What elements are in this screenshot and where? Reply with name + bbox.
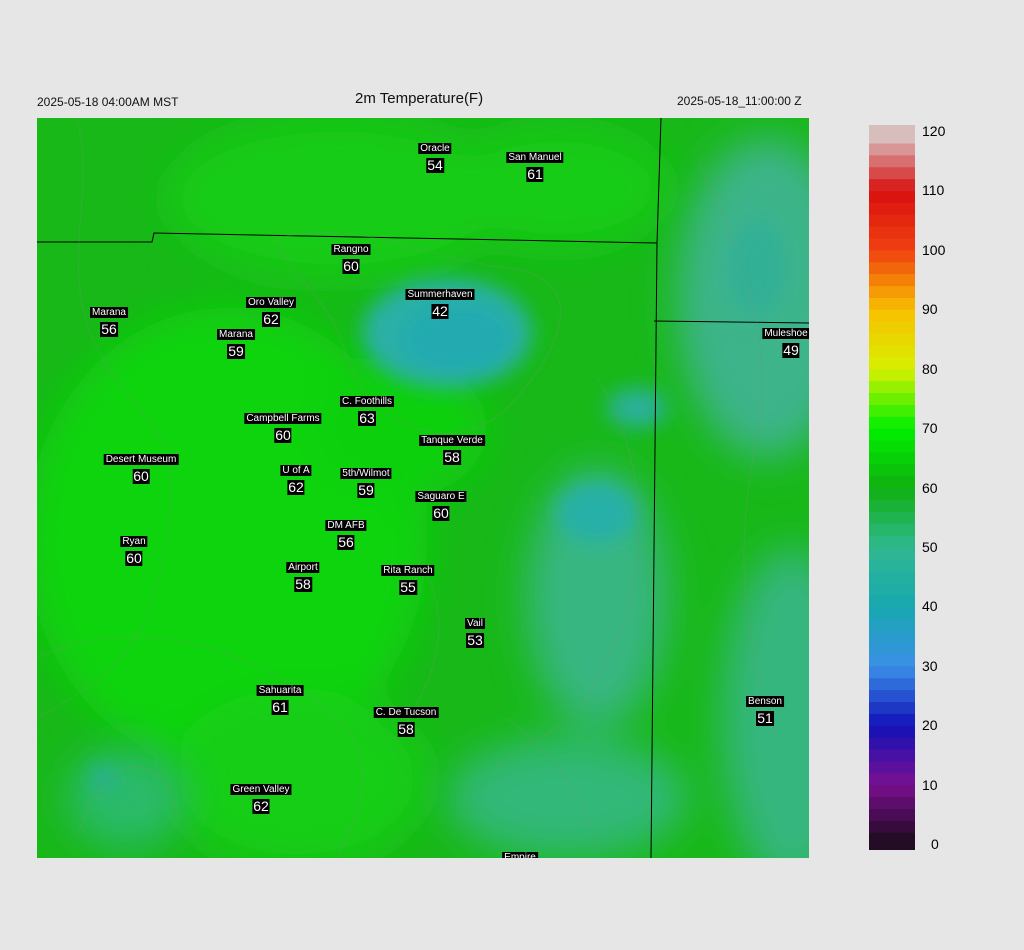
valid-time-local: 2025-05-18 04:00AM MST [37, 95, 179, 109]
colorbar-band [869, 166, 915, 180]
colorbar-labels: 120 110 100 90 80 70 60 50 40 30 20 10 0 [922, 123, 982, 852]
colorbar-band [869, 368, 915, 382]
colorbar-tick-label: 40 [922, 598, 938, 615]
colorbar-band [869, 463, 915, 477]
colorbar-band [869, 677, 915, 691]
colorbar-band [869, 570, 915, 584]
colorbar-band [869, 689, 915, 702]
colorbar-band [869, 665, 915, 679]
colorbar-band [869, 535, 915, 548]
colorbar-band [869, 606, 915, 619]
colorbar-band [869, 582, 915, 596]
temperature-field [37, 118, 809, 858]
colorbar-band [869, 125, 915, 144]
colorbar-tick-label: 90 [922, 301, 938, 318]
colorbar-band [869, 439, 915, 453]
colorbar-band [869, 344, 915, 358]
colorbar-band [869, 630, 915, 643]
colorbar-band [869, 523, 915, 536]
colorbar-band [869, 808, 915, 821]
colorbar-band [869, 214, 915, 227]
colorbar-band [869, 511, 915, 524]
colorbar-band [869, 285, 915, 298]
colorbar-band [869, 321, 915, 334]
colorbar-band [869, 784, 915, 798]
colorbar-band [869, 237, 915, 251]
map-title: 2m Temperature(F) [355, 90, 484, 107]
colorbar-band [869, 796, 915, 809]
colorbar-band [869, 273, 915, 287]
colorbar-band [869, 202, 915, 215]
colorbar-band [869, 380, 915, 394]
colorbar-tick-label: 100 [922, 241, 946, 258]
colorbar-band [869, 451, 915, 465]
colorbar-tick-label: 30 [922, 657, 938, 674]
colorbar-band [869, 154, 915, 168]
colorbar-band [869, 701, 915, 714]
colorbar-band [869, 261, 915, 275]
colorbar-band [869, 190, 915, 203]
colorbar-band [869, 653, 915, 667]
colorbar-band [869, 249, 915, 263]
colorbar-band [869, 499, 915, 512]
colorbar-band [869, 618, 915, 631]
colorbar-band [869, 558, 915, 572]
colorbar-band [869, 748, 915, 762]
colorbar-band [869, 760, 915, 774]
colorbar-tick-label: 10 [922, 776, 938, 793]
colorbar-band [869, 772, 915, 786]
colorbar-band [869, 713, 915, 726]
colorbar [869, 125, 915, 850]
colorbar-band [869, 392, 915, 405]
colorbar-band [869, 333, 915, 346]
colorbar-band [869, 404, 915, 417]
colorbar-band [869, 820, 915, 833]
colorbar-tick-label: 60 [922, 479, 938, 496]
temperature-map: Oracle 54 San Manuel 61 Rangno 60 Summerhaven 4… [37, 118, 809, 858]
colorbar-band [869, 594, 915, 607]
colorbar-band [869, 142, 915, 156]
colorbar-tick-label: 120 [922, 123, 946, 139]
colorbar-band [869, 178, 915, 192]
colorbar-band [869, 487, 915, 500]
colorbar-band [869, 356, 915, 370]
colorbar-band [869, 428, 915, 441]
colorbar-tick-label: 80 [922, 360, 938, 377]
colorbar-tick-label: 0 [931, 836, 939, 852]
colorbar-tick-label: 70 [922, 420, 938, 437]
colorbar-tick-label: 110 [922, 182, 945, 199]
colorbar-band [869, 546, 915, 560]
colorbar-band [869, 832, 915, 850]
colorbar-band [869, 641, 915, 655]
colorbar-band [869, 297, 915, 310]
colorbar-tick-label: 20 [922, 717, 938, 734]
colorbar-band [869, 226, 915, 239]
colorbar-band [869, 416, 915, 429]
colorbar-band [869, 737, 915, 750]
colorbar-tick-label: 50 [922, 538, 938, 555]
valid-time-utc: 2025-05-18_11:00:00 Z [677, 94, 802, 108]
colorbar-band [869, 475, 915, 489]
colorbar-band [869, 309, 915, 322]
colorbar-band [869, 725, 915, 738]
